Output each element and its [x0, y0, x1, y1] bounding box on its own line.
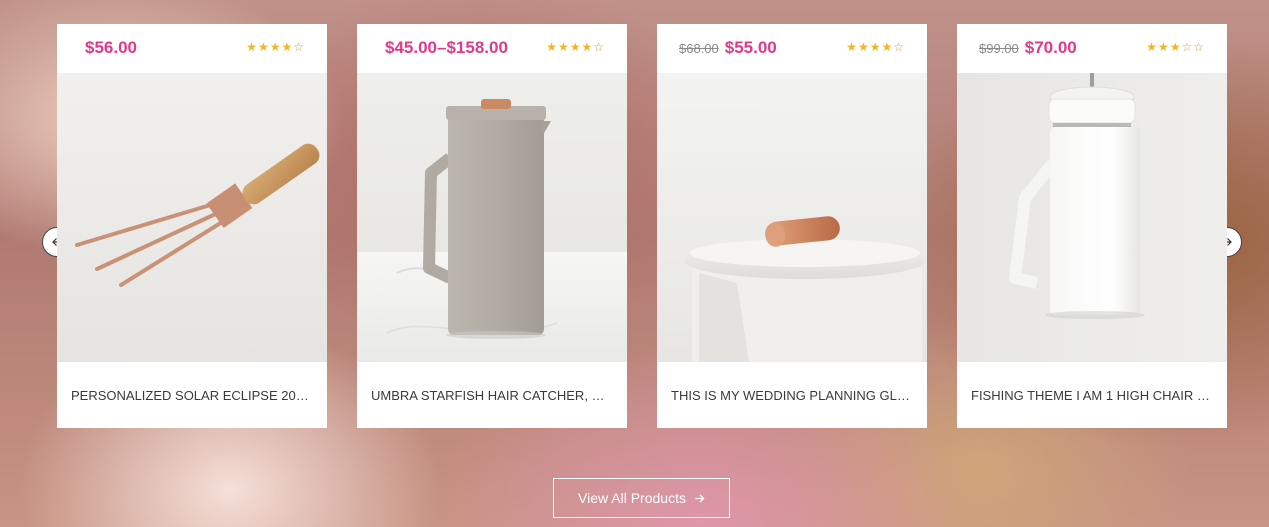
product-card[interactable]: $56.00 ★★★★☆ PERSONALIZED SOLAR ECLIPSE …	[57, 24, 327, 428]
product-price: $99.00 $70.00	[979, 38, 1077, 58]
star-empty-icon: ☆	[293, 40, 305, 54]
product-card[interactable]: $45.00–$158.00 ★★★★☆ UMBRA STARFISH HAIR…	[357, 24, 627, 428]
product-title-text: UMBRA STARFISH HAIR CATCHER, SU...	[371, 387, 613, 403]
star-filled-icon: ★	[281, 40, 294, 54]
current-price: $45.00–$158.00	[385, 38, 508, 57]
product-price: $68.00 $55.00	[679, 38, 777, 58]
star-filled-icon: ★	[581, 40, 594, 54]
product-title[interactable]: FISHING THEME I AM 1 HIGH CHAIR B...	[957, 362, 1227, 428]
product-price: $45.00–$158.00	[379, 38, 508, 58]
product-card[interactable]: $99.00 $70.00 ★★★☆☆ FISHING THEME I AM 1…	[957, 24, 1227, 428]
product-title[interactable]: PERSONALIZED SOLAR ECLIPSE 2017 ...	[57, 362, 327, 428]
star-filled-icon: ★	[846, 40, 858, 54]
old-price: $68.00	[679, 41, 719, 56]
star-filled-icon: ★	[869, 40, 882, 54]
star-filled-icon: ★	[881, 40, 894, 54]
star-filled-icon: ★	[269, 40, 282, 54]
current-price: $56.00	[85, 38, 137, 57]
star-filled-icon: ★	[246, 40, 258, 54]
white-french-press-image	[957, 73, 1227, 362]
old-price: $99.00	[979, 41, 1019, 56]
star-empty-icon: ☆	[593, 40, 605, 54]
copper-garden-fork-image	[57, 73, 327, 362]
arrow-right-icon	[695, 493, 705, 503]
current-price: $70.00	[1024, 38, 1077, 57]
product-image[interactable]	[657, 73, 927, 362]
star-empty-icon: ☆	[1181, 40, 1194, 54]
star-filled-icon: ★	[257, 40, 270, 54]
card-header: $56.00 ★★★★☆	[57, 24, 327, 73]
product-image[interactable]	[57, 73, 327, 362]
star-empty-icon: ☆	[893, 40, 905, 54]
grey-ceramic-pitcher-image	[357, 73, 627, 362]
card-header: $45.00–$158.00 ★★★★☆	[357, 24, 627, 73]
star-rating: ★★★☆☆	[1146, 41, 1205, 53]
star-empty-icon: ☆	[1193, 40, 1205, 54]
view-all-label: View All Products	[578, 490, 686, 506]
white-ceramic-pot-image	[657, 73, 927, 362]
product-title[interactable]: THIS IS MY WEDDING PLANNING GLA...	[657, 362, 927, 428]
view-all-products-button[interactable]: View All Products	[553, 478, 730, 518]
star-rating: ★★★★☆	[246, 41, 305, 53]
star-filled-icon: ★	[546, 40, 558, 54]
current-price: $55.00	[724, 38, 777, 57]
card-header: $99.00 $70.00 ★★★☆☆	[957, 24, 1227, 73]
star-filled-icon: ★	[1157, 40, 1170, 54]
product-title-text: PERSONALIZED SOLAR ECLIPSE 2017 ...	[71, 387, 313, 403]
product-image[interactable]	[957, 73, 1227, 362]
product-price: $56.00	[79, 38, 137, 58]
star-filled-icon: ★	[857, 40, 870, 54]
product-title-text: FISHING THEME I AM 1 HIGH CHAIR B...	[971, 387, 1213, 403]
product-image[interactable]	[357, 73, 627, 362]
star-filled-icon: ★	[1146, 40, 1158, 54]
product-card[interactable]: $68.00 $55.00 ★★★★☆ THIS IS MY WEDDING P…	[657, 24, 927, 428]
product-title[interactable]: UMBRA STARFISH HAIR CATCHER, SU...	[357, 362, 627, 428]
product-title-text: THIS IS MY WEDDING PLANNING GLA...	[671, 387, 913, 403]
star-rating: ★★★★☆	[846, 41, 905, 53]
star-filled-icon: ★	[569, 40, 582, 54]
card-header: $68.00 $55.00 ★★★★☆	[657, 24, 927, 73]
star-rating: ★★★★☆	[546, 41, 605, 53]
star-filled-icon: ★	[557, 40, 570, 54]
star-filled-icon: ★	[1169, 40, 1182, 54]
